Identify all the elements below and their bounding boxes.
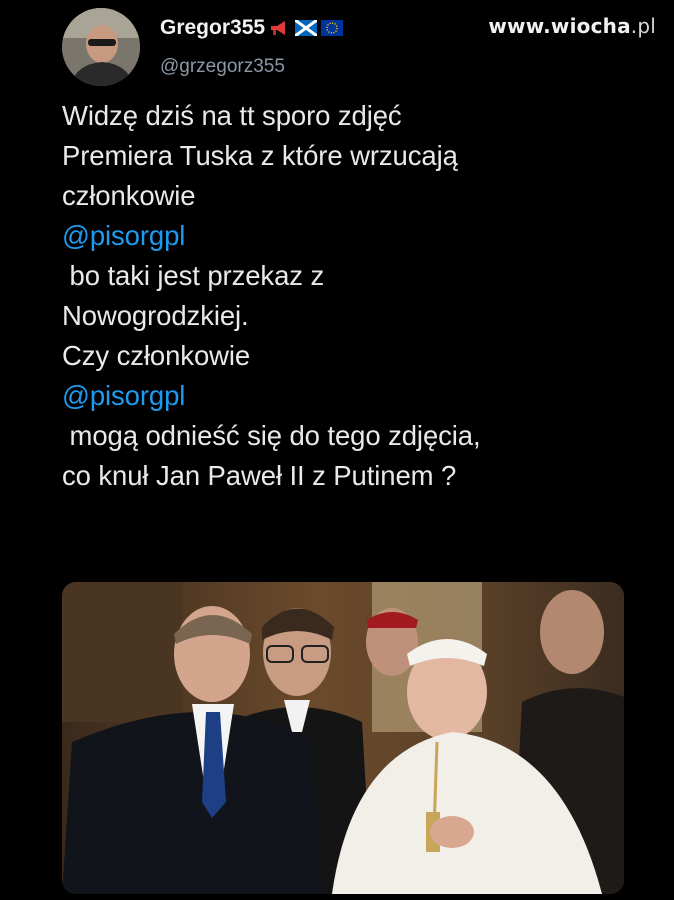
tweet-line: Premiera Tuska z które wrzucają — [62, 140, 458, 171]
megaphone-icon — [271, 21, 286, 35]
eu-flag-icon — [321, 20, 344, 36]
tweet-line: mogą odnieść się do tego zdjęcia, — [62, 420, 481, 451]
scotland-flag-icon — [295, 20, 318, 36]
mention-link[interactable]: @pisorgpl — [62, 376, 652, 416]
tweet-line: Nowogrodzkiej. — [62, 300, 249, 331]
tweet-text: Widzę dziś na tt sporo zdjęć Premiera Tus… — [62, 96, 652, 496]
display-name[interactable]: Gregor355 — [160, 16, 265, 40]
tweet-line: Czy członkowie — [62, 340, 251, 371]
avatar-image — [62, 8, 140, 86]
tweet-line: co knuł Jan Paweł II z Putinem ? — [62, 460, 457, 491]
tweet-line: Widzę dziś na tt sporo zdjęć — [62, 100, 402, 131]
author-name-row: Gregor355 — [160, 16, 344, 40]
watermark-site: www.wiocha — [488, 14, 631, 38]
author-handle[interactable]: @grzegorz355 — [160, 56, 285, 78]
tweet-line: bo taki jest przekaz z — [62, 260, 325, 291]
tweet-line: członkowie — [62, 180, 196, 211]
mention-link[interactable]: @pisorgpl — [62, 216, 652, 256]
tweet-photo[interactable] — [62, 582, 624, 894]
site-watermark: www.wiocha.pl — [488, 14, 656, 38]
watermark-tld: .pl — [630, 14, 656, 38]
avatar[interactable] — [62, 8, 140, 86]
photo-image — [62, 582, 624, 894]
